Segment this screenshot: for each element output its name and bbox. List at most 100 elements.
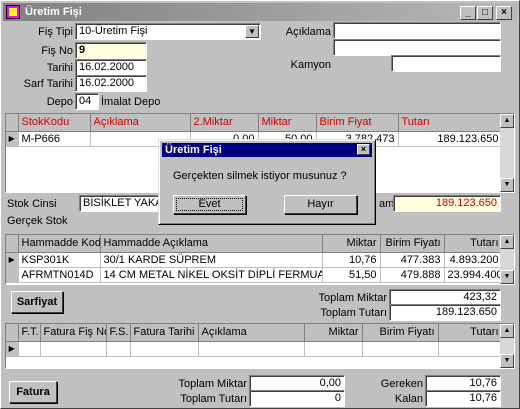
stok-cinsi-value: BİSİKLET YAKA T-Sİ bbox=[79, 195, 161, 212]
cell-hammadde-aciklama[interactable]: 30/1 KARDE SÜPREM bbox=[100, 252, 323, 268]
table-row[interactable]: ▶ bbox=[6, 341, 503, 357]
cell-hammadde-kodu[interactable]: AFRMTN014D bbox=[18, 267, 101, 283]
cell-birim-fiyati[interactable]: 477.383 bbox=[380, 252, 445, 268]
no-button[interactable]: Hayır bbox=[284, 195, 357, 214]
sarf-tarihi-input[interactable]: 16.02.2000 bbox=[75, 75, 147, 92]
scroll-up-icon[interactable]: ▲ bbox=[500, 324, 514, 338]
chevron-down-icon[interactable]: ▼ bbox=[245, 25, 259, 38]
row-indicator-header bbox=[6, 324, 19, 342]
app-icon bbox=[6, 5, 20, 19]
confirm-delete-dialog: Üretim Fişi × Gerçekten silmek istiyor m… bbox=[158, 139, 376, 225]
cell-stok-kodu[interactable]: M-P666 bbox=[18, 131, 91, 147]
cell-empty[interactable] bbox=[106, 341, 131, 357]
tarihi-label: Tarihi bbox=[46, 62, 73, 74]
cell-empty[interactable] bbox=[362, 341, 439, 357]
scroll-up-icon[interactable]: ▲ bbox=[500, 114, 514, 128]
row-pointer-icon: ▶ bbox=[6, 341, 19, 357]
row-pointer-icon: ▶ bbox=[6, 252, 19, 268]
production-slip-window: Üretim Fişi _ □ × Fiş Tipi 10-Üretim Fiş… bbox=[0, 0, 520, 409]
sarfiyat-toplam-tutari-value: 189.123.650 bbox=[389, 304, 501, 321]
kamyon-label: Kamyon bbox=[290, 59, 331, 71]
aciklama-input-1[interactable] bbox=[333, 22, 501, 39]
col-header-birim-fiyati[interactable]: Birim Fiyatı bbox=[380, 235, 445, 253]
yes-button[interactable]: Evet bbox=[173, 195, 246, 214]
cell-tutari[interactable]: 23.994.400 bbox=[444, 267, 503, 283]
gercek-stok-text: Gerçek Stok bbox=[7, 215, 68, 227]
cell-hammadde-kodu[interactable]: KSP301K bbox=[18, 252, 101, 268]
window-title: Üretim Fişi bbox=[25, 6, 82, 18]
cell-empty[interactable] bbox=[198, 341, 305, 357]
col-header-aciklama[interactable]: Açıklama bbox=[198, 324, 305, 342]
tarihi-input[interactable]: 16.02.2000 bbox=[75, 59, 147, 76]
cell-miktar[interactable]: 51,50 bbox=[322, 267, 381, 283]
col-header-miktar[interactable]: Miktar bbox=[304, 324, 363, 342]
aciklama-label: Açıklama bbox=[285, 26, 331, 38]
depo-name: İmalat Depo bbox=[101, 96, 161, 108]
col-header-fs[interactable]: F.S. bbox=[106, 324, 131, 342]
table-row[interactable]: AFRMTN014D 14 CM METAL NİKEL OKSİT DİPLİ… bbox=[6, 267, 503, 283]
row-pointer-icon: ▶ bbox=[6, 131, 19, 147]
invoice-grid[interactable]: F.T. Fatura Fiş No F.S. Fatura Tarihi Aç… bbox=[5, 323, 515, 369]
row-indicator bbox=[6, 267, 19, 283]
cell-birim-fiyati[interactable]: 479.888 bbox=[380, 267, 445, 283]
depo-label: Depo bbox=[46, 96, 73, 108]
material-grid[interactable]: Hammadde Kodu Hammadde Açıklama Miktar B… bbox=[5, 234, 515, 285]
row-indicator-header bbox=[6, 114, 19, 132]
scroll-down-icon[interactable]: ▼ bbox=[500, 354, 514, 368]
col-header-hammadde-aciklama[interactable]: Hammadde Açıklama bbox=[100, 235, 323, 253]
col-header-fatura-tarihi[interactable]: Fatura Tarihi bbox=[130, 324, 199, 342]
dialog-title-bar[interactable]: Üretim Fişi × bbox=[162, 143, 372, 157]
scroll-down-icon[interactable]: ▼ bbox=[500, 270, 514, 284]
footer-toplam-tutari-value: 0 bbox=[249, 390, 345, 407]
col-header-tutari[interactable]: Tutarı bbox=[398, 114, 503, 132]
kalan-label: Kalan bbox=[394, 393, 423, 405]
cell-tutari[interactable]: 189.123.650 bbox=[398, 131, 503, 147]
sarfiyat-button[interactable]: Sarfiyat bbox=[11, 291, 63, 313]
invoice-grid-scrollbar[interactable]: ▲ ▼ bbox=[500, 324, 514, 368]
kamyon-input[interactable] bbox=[391, 55, 501, 72]
cell-empty[interactable] bbox=[304, 341, 363, 357]
col-header-miktar[interactable]: Miktar bbox=[258, 114, 317, 132]
table-row[interactable]: ▶ KSP301K 30/1 KARDE SÜPREM 10,76 477.38… bbox=[6, 252, 503, 268]
maximize-button[interactable]: □ bbox=[477, 6, 493, 20]
col-header-miktar[interactable]: Miktar bbox=[322, 235, 381, 253]
fatura-button[interactable]: Fatura bbox=[9, 381, 57, 403]
col-header-tutari[interactable]: Tutarı bbox=[444, 235, 503, 253]
col-header-ft[interactable]: F.T. bbox=[18, 324, 41, 342]
col-header-fatura-fis-no[interactable]: Fatura Fiş No bbox=[40, 324, 107, 342]
scroll-down-icon[interactable]: ▼ bbox=[500, 178, 514, 192]
col-header-birim-fiyat[interactable]: Birim Fiyat bbox=[316, 114, 399, 132]
minimize-button[interactable]: _ bbox=[460, 6, 476, 20]
invoice-grid-header: F.T. Fatura Fiş No F.S. Fatura Tarihi Aç… bbox=[6, 324, 503, 342]
dialog-close-button[interactable]: × bbox=[357, 144, 370, 155]
cell-empty[interactable] bbox=[438, 341, 503, 357]
footer-toplam-miktar-label: Toplam Miktar bbox=[178, 378, 247, 390]
col-header-birim-fiyati[interactable]: Birim Fiyatı bbox=[362, 324, 439, 342]
aciklama-input-2[interactable] bbox=[333, 39, 501, 56]
dialog-title: Üretim Fişi bbox=[165, 144, 222, 156]
col-header-tutari[interactable]: Tutarı bbox=[438, 324, 503, 342]
cell-empty[interactable] bbox=[130, 341, 199, 357]
cell-tutari[interactable]: 4.893.200 bbox=[444, 252, 503, 268]
col-header-stok-kodu[interactable]: StokKodu bbox=[18, 114, 91, 132]
product-grid-scrollbar[interactable]: ▲ ▼ bbox=[500, 114, 514, 192]
fis-no-input[interactable]: 9 bbox=[75, 42, 147, 59]
cell-empty[interactable] bbox=[40, 341, 107, 357]
depo-input[interactable]: 04 bbox=[75, 93, 99, 110]
sarfiyat-toplam-tutari-label: Toplam Tutarı bbox=[320, 307, 387, 319]
stok-cinsi-label: Stok Cinsi bbox=[7, 198, 57, 210]
fis-tipi-select[interactable]: 10-Üretim Fişi ▼ bbox=[75, 23, 261, 40]
col-header-hammadde-kodu[interactable]: Hammadde Kodu bbox=[18, 235, 101, 253]
sarfiyat-toplam-miktar-label: Toplam Miktar bbox=[318, 292, 387, 304]
cell-miktar[interactable]: 10,76 bbox=[322, 252, 381, 268]
close-button[interactable]: × bbox=[496, 6, 512, 20]
title-bar[interactable]: Üretim Fişi _ □ × bbox=[3, 3, 517, 21]
kalan-value: 10,76 bbox=[425, 390, 501, 407]
col-header-2-miktar[interactable]: 2.Miktar bbox=[190, 114, 259, 132]
scroll-up-icon[interactable]: ▲ bbox=[500, 235, 514, 249]
material-grid-scrollbar[interactable]: ▲ ▼ bbox=[500, 235, 514, 284]
col-header-aciklama[interactable]: Açıklama bbox=[90, 114, 191, 132]
cell-hammadde-aciklama[interactable]: 14 CM METAL NİKEL OKSİT DİPLİ FERMUAR bbox=[100, 267, 323, 283]
total-amount-display: 189.123.650 bbox=[393, 195, 501, 212]
cell-empty[interactable] bbox=[18, 341, 41, 357]
